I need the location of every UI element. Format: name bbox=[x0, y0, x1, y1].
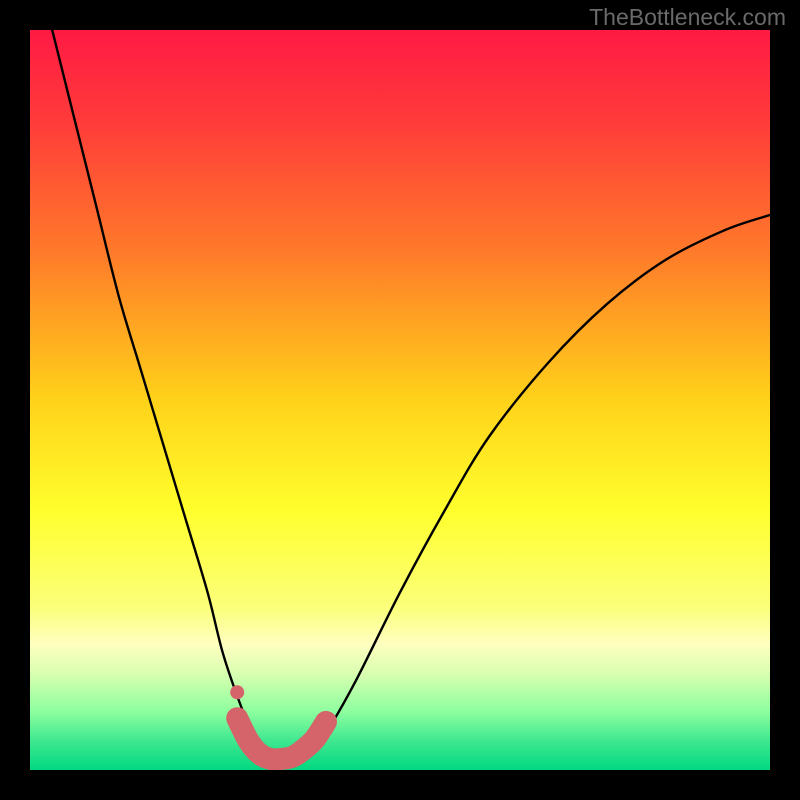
chart-frame: TheBottleneck.com bbox=[0, 0, 800, 800]
highlight-dot bbox=[230, 685, 244, 699]
chart-svg bbox=[30, 30, 770, 770]
watermark-text: TheBottleneck.com bbox=[589, 4, 786, 31]
bottleneck-chart bbox=[30, 30, 770, 770]
gradient-background bbox=[30, 30, 770, 770]
